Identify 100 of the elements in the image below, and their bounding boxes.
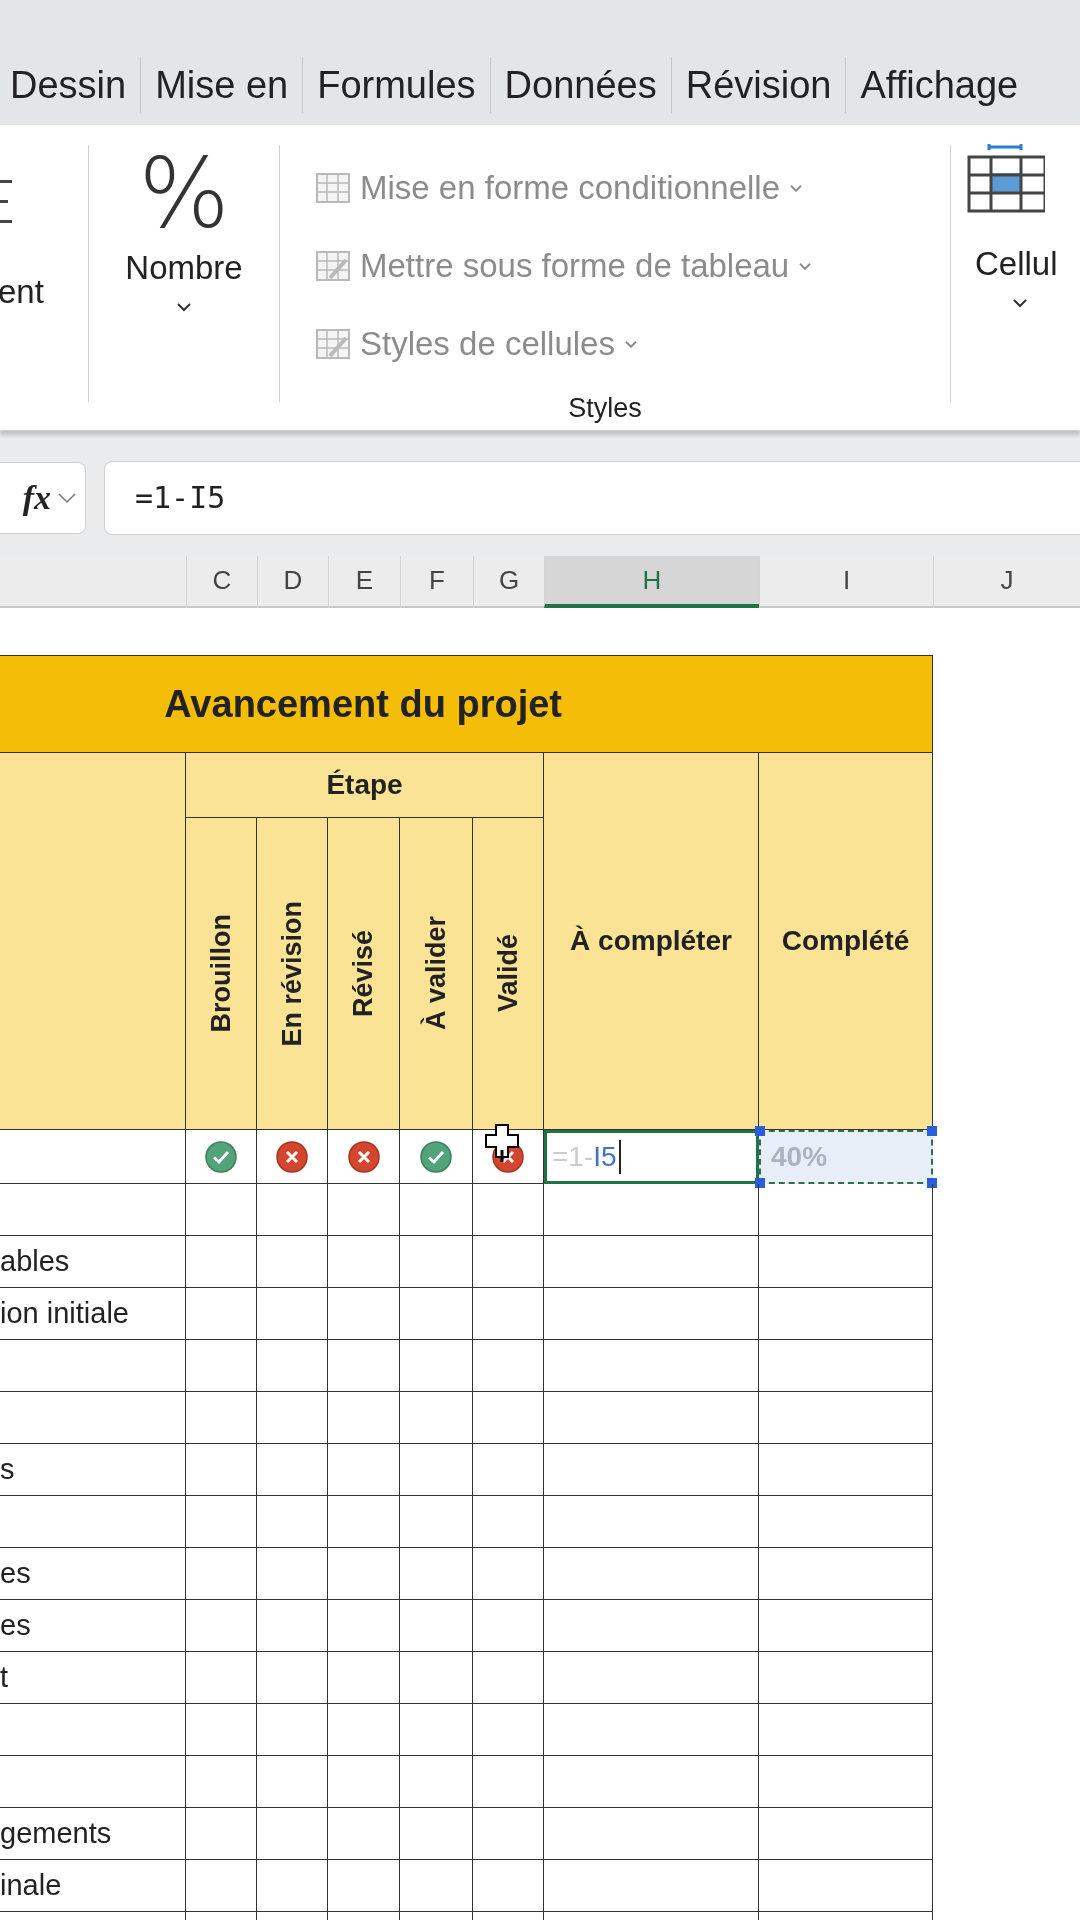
table-cell xyxy=(257,1288,328,1340)
table-cell xyxy=(328,1704,400,1756)
table-cell xyxy=(473,1392,544,1444)
ribbon-tab[interactable]: Formules xyxy=(303,45,490,125)
column-header: À compléter xyxy=(544,753,759,1130)
cursor-icon xyxy=(485,1124,519,1164)
column-header: À valider xyxy=(400,818,473,1130)
table-cell xyxy=(473,1756,544,1808)
ribbon-tab[interactable]: Dessin xyxy=(0,45,141,125)
table-cell xyxy=(328,1288,400,1340)
table-cell xyxy=(186,1340,257,1392)
ribbon-tab[interactable]: Affichage xyxy=(846,45,1033,125)
table-cell xyxy=(186,1652,257,1704)
table-cell xyxy=(257,1652,328,1704)
chevron-icon xyxy=(1011,297,1029,309)
column-header[interactable]: I xyxy=(759,556,933,608)
table-cell: es xyxy=(0,1548,186,1600)
table-cell xyxy=(257,1600,328,1652)
column-header: En révision xyxy=(257,818,328,1130)
table-cell xyxy=(257,1340,328,1392)
column-header[interactable]: D xyxy=(257,556,328,608)
number-button[interactable]: Nombre xyxy=(125,249,243,287)
table-cell xyxy=(473,1548,544,1600)
table-cell: gements xyxy=(0,1808,186,1860)
table-title: Avancement du projet xyxy=(0,655,933,753)
column-header: Brouillon xyxy=(186,818,257,1130)
table-cell: inale xyxy=(0,1860,186,1912)
table-cell xyxy=(186,1704,257,1756)
table-style-icon xyxy=(316,173,350,203)
table-cell xyxy=(328,1652,400,1704)
chevron-icon xyxy=(799,262,812,270)
table-cell xyxy=(186,1444,257,1496)
group-button[interactable]: ent xyxy=(0,273,44,311)
ribbon-tab[interactable]: Révision xyxy=(671,45,846,125)
table-cell xyxy=(328,1548,400,1600)
table-cell xyxy=(257,1808,328,1860)
ribbon-tab[interactable]: Mise en xyxy=(141,45,303,125)
table-cell xyxy=(186,1808,257,1860)
table-cell xyxy=(257,1236,328,1288)
group-label: Styles xyxy=(568,393,642,424)
chevron-icon xyxy=(624,340,637,348)
column-header[interactable]: E xyxy=(328,556,400,608)
table-cell xyxy=(257,1704,328,1756)
column-header: Complété xyxy=(759,753,933,1130)
group-header: Étape xyxy=(186,753,544,818)
table-cell xyxy=(328,1756,400,1808)
table-cell xyxy=(473,1652,544,1704)
table-cell xyxy=(328,1600,400,1652)
table-cell xyxy=(328,1860,400,1912)
table-cell xyxy=(186,1756,257,1808)
table-cell xyxy=(473,1340,544,1392)
table-cell xyxy=(328,1808,400,1860)
table-cell xyxy=(257,1860,328,1912)
cells-button[interactable]: Cellul xyxy=(975,245,1058,283)
table-cell: es xyxy=(0,1600,186,1652)
table-cell xyxy=(186,1288,257,1340)
table-cell xyxy=(186,1600,257,1652)
align-icon xyxy=(0,180,12,223)
column-header[interactable]: J xyxy=(933,556,1080,608)
formula-field[interactable]: =1-I5 xyxy=(104,460,1080,535)
column-header[interactable]: C xyxy=(186,556,257,608)
table-cell xyxy=(186,1496,257,1548)
percent-icon: % xyxy=(138,139,230,249)
table-cell: s xyxy=(0,1444,186,1496)
table-cell xyxy=(328,1444,400,1496)
column-header[interactable]: H xyxy=(544,556,759,608)
table-cell xyxy=(257,1444,328,1496)
table-cell xyxy=(473,1444,544,1496)
table-cell xyxy=(186,1548,257,1600)
table-cell xyxy=(257,1392,328,1444)
table-cell xyxy=(328,1392,400,1444)
table-style-icon xyxy=(316,329,350,359)
table-cell xyxy=(473,1860,544,1912)
column-header: Révisé xyxy=(328,818,400,1130)
table-cell xyxy=(328,1340,400,1392)
table-cell: ables xyxy=(0,1236,186,1288)
table-cell xyxy=(186,1236,257,1288)
table-cell xyxy=(328,1496,400,1548)
table-cell xyxy=(473,1600,544,1652)
table-cell xyxy=(328,1236,400,1288)
table-cell: t xyxy=(0,1652,186,1704)
table-cell xyxy=(257,1496,328,1548)
table-cell xyxy=(186,1392,257,1444)
table-cell xyxy=(473,1496,544,1548)
chevron-icon xyxy=(175,301,193,313)
chevron-icon xyxy=(57,491,77,504)
column-header[interactable]: F xyxy=(400,556,473,608)
table-cell xyxy=(257,1548,328,1600)
table-cell xyxy=(186,1860,257,1912)
table-cell: ion initiale xyxy=(0,1288,186,1340)
table-cell xyxy=(473,1288,544,1340)
table-cell xyxy=(257,1756,328,1808)
table-cell xyxy=(473,1236,544,1288)
insert-function-button[interactable]: fx xyxy=(0,461,86,534)
column-header: Validé xyxy=(473,818,544,1130)
chevron-icon xyxy=(790,184,803,192)
table-cell xyxy=(473,1704,544,1756)
table-cell xyxy=(473,1808,544,1860)
table-style-icon xyxy=(316,251,350,281)
ribbon-tab[interactable]: Données xyxy=(490,45,671,125)
